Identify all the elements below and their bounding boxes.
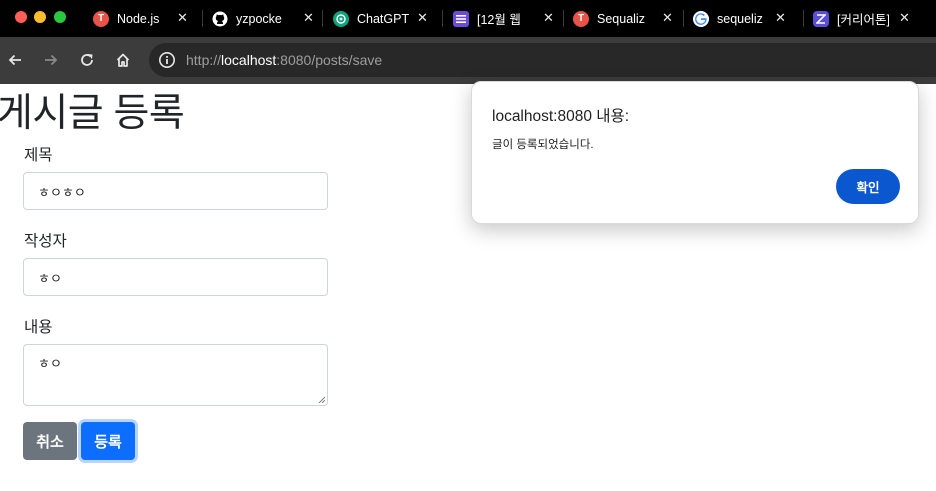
content-textarea[interactable]: ㅎㅇ [23, 344, 328, 406]
close-tab-icon[interactable]: ✕ [177, 10, 188, 26]
tab-divider [442, 10, 443, 27]
close-tab-icon[interactable]: ✕ [899, 10, 910, 26]
close-tab-icon[interactable]: ✕ [417, 10, 428, 26]
minimize-window-button[interactable] [34, 11, 46, 23]
tab-title: [12월 웹 [477, 13, 521, 27]
title-input[interactable]: ㅎㅇㅎㅇ [23, 172, 328, 210]
dialog-title: localhost:8080 내용: [492, 108, 630, 125]
home-button[interactable] [112, 49, 134, 71]
address-url: http://localhost:8080/posts/save [186, 52, 382, 68]
close-window-button[interactable] [15, 11, 27, 23]
browser-tab[interactable]: T Sequaliz ✕ [573, 0, 683, 37]
tab-title: yzpocke [236, 11, 282, 26]
browser-tab-bar: T Node.js ✕ yzpocke ✕ ChatGPT ✕ [12월 웹 ✕… [0, 0, 936, 37]
tab-title: ChatGPT [357, 11, 409, 26]
zep-icon [813, 10, 829, 27]
arrow-left-icon [8, 54, 21, 66]
forward-button[interactable] [40, 49, 62, 71]
maximize-window-button[interactable] [54, 11, 66, 23]
submit-button[interactable]: 등록 [81, 422, 135, 460]
author-label: 작성자 [24, 233, 67, 250]
site-info-icon[interactable] [156, 49, 178, 71]
tab-title: Node.js [117, 11, 160, 26]
tab-divider [803, 10, 804, 27]
url-scheme: http:// [186, 52, 222, 68]
browser-tab[interactable]: yzpocke ✕ [212, 0, 322, 37]
back-button[interactable] [4, 49, 26, 71]
arrow-right-icon [45, 54, 58, 66]
close-tab-icon[interactable]: ✕ [662, 10, 673, 26]
title-input-value: ㅎㅇㅎㅇ [38, 184, 86, 200]
tab-divider [202, 10, 203, 27]
browser-tab[interactable]: sequeliz ✕ [693, 0, 803, 37]
chatgpt-icon [333, 10, 349, 27]
author-input-value: ㅎㅇ [38, 270, 62, 286]
tab-title: Sequaliz [597, 11, 645, 26]
title-label: 제목 [24, 147, 53, 164]
address-bar[interactable]: http://localhost:8080/posts/save [149, 43, 936, 77]
cancel-button[interactable]: 취소 [23, 422, 77, 460]
content-textarea-value: ㅎㅇ [38, 356, 62, 371]
tab-title: sequeliz [717, 11, 763, 26]
list-icon [453, 10, 469, 27]
tab-divider [683, 10, 684, 27]
tab-title: [커리어톤] [837, 13, 889, 27]
browser-tab[interactable]: T Node.js ✕ [93, 0, 199, 37]
url-path: :8080/posts/save [276, 52, 383, 68]
content-label: 내용 [24, 319, 53, 336]
reload-icon [81, 54, 93, 66]
url-host: localhost [221, 52, 277, 68]
red-t-icon: T [573, 10, 589, 27]
close-tab-icon[interactable]: ✕ [543, 10, 554, 26]
tab-divider [563, 10, 564, 27]
github-icon [212, 11, 228, 27]
close-tab-icon[interactable]: ✕ [303, 10, 314, 26]
author-input[interactable]: ㅎㅇ [23, 258, 328, 296]
close-tab-icon[interactable]: ✕ [775, 10, 786, 26]
reload-button[interactable] [76, 49, 98, 71]
dialog-message: 글이 등록되었습니다. [492, 139, 594, 151]
resize-grip-icon[interactable] [318, 396, 325, 403]
page-title: 게시글 등록 [0, 92, 185, 135]
google-icon [693, 10, 709, 27]
home-icon [116, 53, 130, 67]
browser-tab[interactable]: [12월 웹 ✕ [453, 0, 563, 37]
browser-tab[interactable]: [커리어톤] ✕ [813, 0, 936, 37]
alert-dialog: localhost:8080 내용: 글이 등록되었습니다. 확인 [471, 81, 919, 224]
browser-tab[interactable]: ChatGPT ✕ [333, 0, 443, 37]
dialog-ok-button[interactable]: 확인 [836, 169, 900, 204]
browser-toolbar: http://localhost:8080/posts/save [0, 37, 936, 84]
red-t-icon: T [93, 10, 109, 27]
tab-divider [322, 10, 323, 27]
